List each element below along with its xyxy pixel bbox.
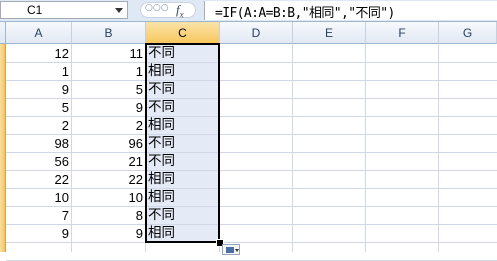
column-header-b[interactable]: B: [72, 22, 146, 44]
cell-b11[interactable]: 9: [72, 224, 146, 243]
cell-b9[interactable]: 10: [72, 188, 146, 207]
cell-b10[interactable]: 8: [72, 206, 146, 225]
formula-bar-splitter[interactable]: ○○○: [140, 2, 196, 18]
cell-b8[interactable]: 22: [72, 170, 146, 189]
name-box[interactable]: C1: [0, 1, 128, 19]
formula-text: =IF(A:A=B:B,"相同","不同"): [215, 6, 395, 21]
column-header-d[interactable]: D: [220, 22, 293, 44]
column-gridline: [438, 44, 439, 252]
auto-fill-options-button[interactable]: [222, 244, 240, 255]
insert-function-icon[interactable]: fx: [176, 2, 184, 20]
cell-a6[interactable]: 98: [6, 134, 72, 153]
chevron-down-icon[interactable]: [115, 8, 123, 13]
auto-fill-icon: [226, 247, 234, 253]
formula-input[interactable]: =IF(A:A=B:B,"相同","不同"): [204, 1, 497, 21]
cell-a9[interactable]: 10: [6, 188, 72, 207]
column-header-c[interactable]: C: [146, 22, 220, 44]
cell-a3[interactable]: 9: [6, 80, 72, 99]
cell-b4[interactable]: 9: [72, 98, 146, 117]
cell-a1[interactable]: 12: [6, 44, 72, 63]
column-header-f[interactable]: F: [366, 22, 439, 44]
cell-b1[interactable]: 11: [72, 44, 146, 63]
cell-a4[interactable]: 5: [6, 98, 72, 117]
cell-a5[interactable]: 2: [6, 116, 72, 135]
column-header-a[interactable]: A: [6, 22, 72, 44]
dots-icon: ○○○: [145, 3, 169, 13]
name-box-value: C1: [27, 3, 43, 17]
cell-b3[interactable]: 5: [72, 80, 146, 99]
cell-b7[interactable]: 21: [72, 152, 146, 171]
cell-a10[interactable]: 7: [6, 206, 72, 225]
column-header-e[interactable]: E: [293, 22, 366, 44]
cell-a7[interactable]: 56: [6, 152, 72, 171]
cell-b6[interactable]: 96: [72, 134, 146, 153]
column-gridline: [292, 44, 293, 252]
cell-a11[interactable]: 9: [6, 224, 72, 243]
cell-a8[interactable]: 22: [6, 170, 72, 189]
formula-bar: C1 ○○○ fx =IF(A:A=B:B,"相同","不同"): [0, 0, 497, 22]
cell-a2[interactable]: 1: [6, 62, 72, 81]
cell-b5[interactable]: 2: [72, 116, 146, 135]
selection-border: [145, 43, 220, 243]
spreadsheet-grid[interactable]: A B C D E F G 12 11 不同 1 1 相同 9 5 不同 5 9 不同 2 2 相同 98 96 不同 56 21 不…: [0, 22, 497, 261]
column-gridline: [365, 44, 366, 252]
cell-b2[interactable]: 1: [72, 62, 146, 81]
column-header-g[interactable]: G: [439, 22, 497, 44]
